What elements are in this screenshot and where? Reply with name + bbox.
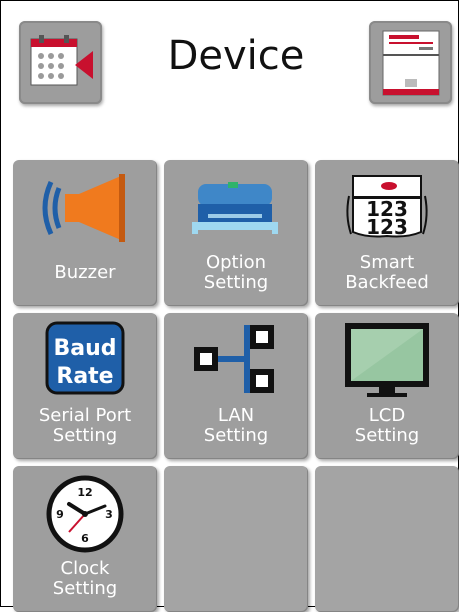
page-title: Device [167,33,305,79]
printer-status-button[interactable] [369,21,452,104]
empty-tile [164,466,308,612]
tile-lan-setting[interactable]: LAN Setting [164,313,308,459]
tile-clock-setting-label: Clock Setting [52,558,118,599]
tile-lcd-setting-label: LCD Setting [354,405,420,446]
empty-tile [315,466,459,612]
label-123-text-2: 123 [366,215,408,239]
clock-number-6: 6 [81,532,89,545]
tile-serial-port-setting-label: Serial Port Setting [38,405,132,446]
back-button[interactable] [19,21,102,104]
tile-serial-port-setting[interactable]: Baud Rate Serial Port Setting [13,313,157,459]
tile-option-setting[interactable]: Option Setting [164,160,308,306]
printer-status-icon [382,30,440,96]
tile-smart-backfeed[interactable]: 123 123 Smart Backfeed [315,160,459,306]
clock-number-12: 12 [77,486,92,499]
speaker-icon [42,174,125,242]
rate-text: Rate [56,364,113,389]
tile-lcd-setting[interactable]: LCD Setting [315,313,459,459]
tile-lan-setting-label: LAN Setting [203,405,269,446]
settings-grid: Buzzer Option Setting 123 123 Smart Back… [13,160,459,612]
baud-text: Baud [53,336,116,361]
tile-option-setting-label: Option Setting [203,252,269,293]
calendar-back-icon [30,35,93,86]
tile-clock-setting[interactable]: 12 3 6 9 Clock Setting [13,466,157,612]
tile-smart-backfeed-label: Smart Backfeed [345,252,429,293]
tile-buzzer[interactable]: Buzzer [13,160,157,306]
clock-number-3: 3 [105,508,113,521]
tile-buzzer-label: Buzzer [54,262,116,283]
clock-number-9: 9 [56,508,64,521]
device-screen: Device Buzzer Option Setting 123 123 Sma… [0,0,459,612]
